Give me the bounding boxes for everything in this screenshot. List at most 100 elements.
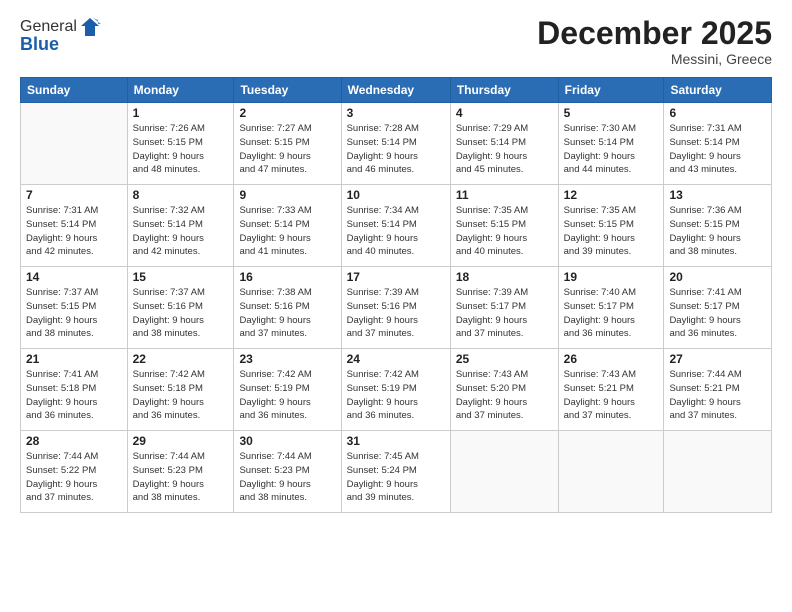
day-number: 8 [133,188,229,202]
calendar-cell: 7Sunrise: 7:31 AMSunset: 5:14 PMDaylight… [21,185,128,267]
day-header-monday: Monday [127,78,234,103]
day-header-thursday: Thursday [450,78,558,103]
month-title: December 2025 [537,16,772,51]
day-info: Sunrise: 7:41 AMSunset: 5:17 PMDaylight:… [669,286,766,341]
day-number: 19 [564,270,659,284]
day-info: Sunrise: 7:30 AMSunset: 5:14 PMDaylight:… [564,122,659,177]
calendar-cell: 12 Sunrise: 7:35 AMSunset: 5:15 PMDayligh… [558,185,664,267]
day-info: Sunrise: 7:34 AMSunset: 5:14 PMDaylight:… [347,204,445,259]
day-header-sunday: Sunday [21,78,128,103]
subtitle: Messini, Greece [537,51,772,67]
day-number: 20 [669,270,766,284]
logo: General Blue [20,16,101,55]
day-number: 5 [564,106,659,120]
day-number: 23 [239,352,335,366]
calendar-cell: 20 Sunrise: 7:41 AMSunset: 5:17 PMDayligh… [664,267,772,349]
day-info: Sunrise: 7:42 AMSunset: 5:18 PMDaylight:… [133,368,229,423]
day-number: 4 [456,106,553,120]
calendar-cell: 14 Sunrise: 7:37 AMSunset: 5:15 PMDayligh… [21,267,128,349]
day-number: 18 [456,270,553,284]
day-number: 17 [347,270,445,284]
calendar-cell: 3Sunrise: 7:28 AMSunset: 5:14 PMDaylight… [341,103,450,185]
day-info: Sunrise: 7:38 AMSunset: 5:16 PMDaylight:… [239,286,335,341]
day-info: Sunrise: 7:31 AMSunset: 5:14 PMDaylight:… [669,122,766,177]
calendar-cell: 6Sunrise: 7:31 AMSunset: 5:14 PMDaylight… [664,103,772,185]
day-info: Sunrise: 7:27 AMSunset: 5:15 PMDaylight:… [239,122,335,177]
day-info: Sunrise: 7:31 AMSunset: 5:14 PMDaylight:… [26,204,122,259]
logo-icon [79,16,101,38]
calendar-cell [664,431,772,513]
day-info: Sunrise: 7:43 AMSunset: 5:21 PMDaylight:… [564,368,659,423]
day-info: Sunrise: 7:44 AMSunset: 5:21 PMDaylight:… [669,368,766,423]
calendar-cell: 28 Sunrise: 7:44 AMSunset: 5:22 PMDayligh… [21,431,128,513]
day-header-wednesday: Wednesday [341,78,450,103]
calendar-cell: 17 Sunrise: 7:39 AMSunset: 5:16 PMDayligh… [341,267,450,349]
calendar-cell: 21 Sunrise: 7:41 AMSunset: 5:18 PMDayligh… [21,349,128,431]
day-info: Sunrise: 7:36 AMSunset: 5:15 PMDaylight:… [669,204,766,259]
day-info: Sunrise: 7:33 AMSunset: 5:14 PMDaylight:… [239,204,335,259]
calendar-cell: 23 Sunrise: 7:42 AMSunset: 5:19 PMDayligh… [234,349,341,431]
day-info: Sunrise: 7:44 AMSunset: 5:23 PMDaylight:… [133,450,229,505]
day-info: Sunrise: 7:41 AMSunset: 5:18 PMDaylight:… [26,368,122,423]
day-number: 31 [347,434,445,448]
calendar-cell: 13 Sunrise: 7:36 AMSunset: 5:15 PMDayligh… [664,185,772,267]
calendar-cell [558,431,664,513]
day-header-saturday: Saturday [664,78,772,103]
page: General Blue December 2025 Messini, Gree… [0,0,792,612]
day-info: Sunrise: 7:37 AMSunset: 5:16 PMDaylight:… [133,286,229,341]
day-info: Sunrise: 7:28 AMSunset: 5:14 PMDaylight:… [347,122,445,177]
day-number: 1 [133,106,229,120]
day-number: 12 [564,188,659,202]
day-info: Sunrise: 7:44 AMSunset: 5:22 PMDaylight:… [26,450,122,505]
calendar-cell: 24 Sunrise: 7:42 AMSunset: 5:19 PMDayligh… [341,349,450,431]
day-info: Sunrise: 7:42 AMSunset: 5:19 PMDaylight:… [347,368,445,423]
day-info: Sunrise: 7:42 AMSunset: 5:19 PMDaylight:… [239,368,335,423]
day-header-friday: Friday [558,78,664,103]
day-number: 22 [133,352,229,366]
calendar-cell: 9 Sunrise: 7:33 AMSunset: 5:14 PMDaylight… [234,185,341,267]
calendar-cell: 8 Sunrise: 7:32 AMSunset: 5:14 PMDaylight… [127,185,234,267]
day-number: 13 [669,188,766,202]
day-number: 25 [456,352,553,366]
calendar-cell: 29Sunrise: 7:44 AMSunset: 5:23 PMDayligh… [127,431,234,513]
calendar-cell: 1 Sunrise: 7:26 AMSunset: 5:15 PMDaylight… [127,103,234,185]
day-info: Sunrise: 7:45 AMSunset: 5:24 PMDaylight:… [347,450,445,505]
calendar-cell: 15 Sunrise: 7:37 AMSunset: 5:16 PMDayligh… [127,267,234,349]
day-info: Sunrise: 7:32 AMSunset: 5:14 PMDaylight:… [133,204,229,259]
day-info: Sunrise: 7:35 AMSunset: 5:15 PMDaylight:… [564,204,659,259]
calendar-cell: 11 Sunrise: 7:35 AMSunset: 5:15 PMDayligh… [450,185,558,267]
calendar-cell [21,103,128,185]
day-number: 9 [239,188,335,202]
day-number: 26 [564,352,659,366]
calendar-cell: 5 Sunrise: 7:30 AMSunset: 5:14 PMDaylight… [558,103,664,185]
calendar-cell: 10 Sunrise: 7:34 AMSunset: 5:14 PMDayligh… [341,185,450,267]
calendar-cell: 16 Sunrise: 7:38 AMSunset: 5:16 PMDayligh… [234,267,341,349]
day-number: 10 [347,188,445,202]
calendar-cell [450,431,558,513]
day-number: 24 [347,352,445,366]
day-info: Sunrise: 7:44 AMSunset: 5:23 PMDaylight:… [239,450,335,505]
calendar-cell: 31 Sunrise: 7:45 AMSunset: 5:24 PMDayligh… [341,431,450,513]
day-number: 11 [456,188,553,202]
calendar-cell: 19Sunrise: 7:40 AMSunset: 5:17 PMDayligh… [558,267,664,349]
day-number: 15 [133,270,229,284]
day-number: 28 [26,434,122,448]
day-info: Sunrise: 7:26 AMSunset: 5:15 PMDaylight:… [133,122,229,177]
calendar-cell: 30 Sunrise: 7:44 AMSunset: 5:23 PMDayligh… [234,431,341,513]
calendar-cell: 25 Sunrise: 7:43 AMSunset: 5:20 PMDayligh… [450,349,558,431]
day-info: Sunrise: 7:43 AMSunset: 5:20 PMDaylight:… [456,368,553,423]
day-info: Sunrise: 7:35 AMSunset: 5:15 PMDaylight:… [456,204,553,259]
day-number: 14 [26,270,122,284]
calendar-cell: 2 Sunrise: 7:27 AMSunset: 5:15 PMDaylight… [234,103,341,185]
day-number: 16 [239,270,335,284]
day-info: Sunrise: 7:39 AMSunset: 5:16 PMDaylight:… [347,286,445,341]
day-info: Sunrise: 7:37 AMSunset: 5:15 PMDaylight:… [26,286,122,341]
day-number: 2 [239,106,335,120]
header: General Blue December 2025 Messini, Gree… [20,16,772,67]
day-number: 30 [239,434,335,448]
calendar-cell: 18Sunrise: 7:39 AMSunset: 5:17 PMDayligh… [450,267,558,349]
calendar-cell: 22 Sunrise: 7:42 AMSunset: 5:18 PMDayligh… [127,349,234,431]
day-number: 21 [26,352,122,366]
calendar-cell: 26 Sunrise: 7:43 AMSunset: 5:21 PMDayligh… [558,349,664,431]
title-block: December 2025 Messini, Greece [537,16,772,67]
